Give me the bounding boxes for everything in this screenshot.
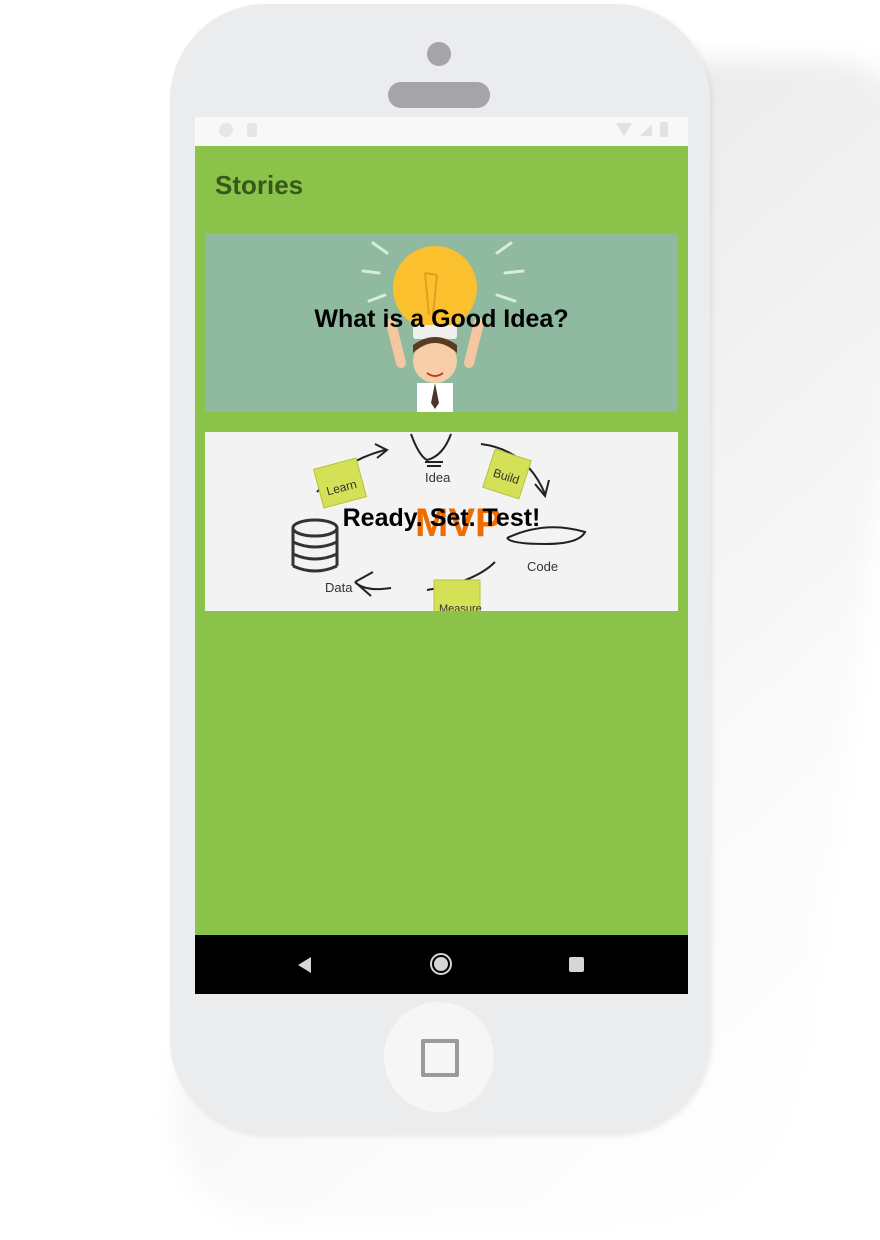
app-screen: Stories What is a Good Idea? MVP Idea Bu… [195,117,688,994]
measure-label: Measure [439,603,482,611]
earpiece [388,82,490,108]
code-label: Code [527,559,558,574]
story-card[interactable]: What is a Good Idea? [205,233,678,412]
story-title: What is a Good Idea? [314,305,569,333]
home-icon[interactable] [430,953,452,975]
story-title: Ready. Set. Test! [342,504,541,532]
signal-icon [640,123,652,136]
wifi-icon [616,123,632,136]
idea-label: Idea [425,470,451,485]
notification-icon [219,123,233,137]
back-icon[interactable] [298,957,311,973]
camera-icon [427,42,451,66]
page-title: Stories [215,170,304,200]
data-label: Data [325,580,353,595]
status-left [219,123,257,137]
square-icon [421,1039,459,1077]
recents-icon[interactable] [569,957,584,972]
lock-icon [247,123,257,137]
navigation-bar [195,935,688,994]
device-mockup: Stories What is a Good Idea? MVP Idea Bu… [0,0,880,1240]
hardware-home-button[interactable] [384,1002,494,1112]
status-bar [195,117,688,146]
status-right [616,122,668,137]
battery-icon [660,122,668,137]
story-card[interactable]: MVP Idea Build Code Measure Data Learn R… [205,432,678,611]
